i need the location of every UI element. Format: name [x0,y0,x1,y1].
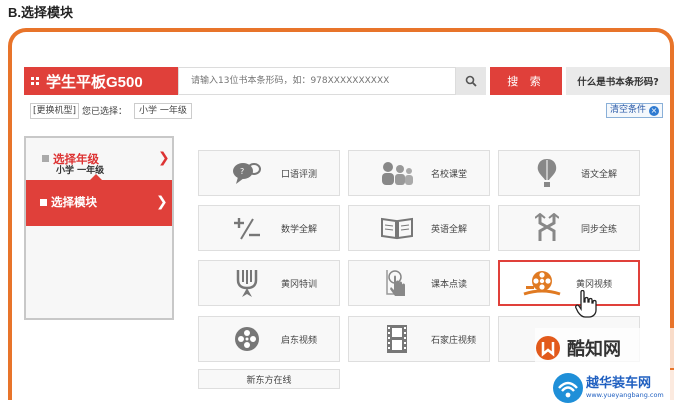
module-tile-famous-class[interactable]: 名校课堂 [348,150,490,196]
grid-icon [31,77,39,85]
module-tile-new-oriental[interactable]: 新东方在线 [198,369,340,389]
close-icon: × [649,105,660,116]
chevron-right-icon: ❯ [156,194,168,210]
watermark-yuehua: 越华装车网 www.yueyangbang.com [548,370,688,406]
module-label: 数学全解 [281,224,318,235]
search-input[interactable] [178,67,456,95]
module-tile-math[interactable]: 数学全解 [198,205,340,251]
film-reel-circle-icon [227,321,267,357]
module-tile-oral-test[interactable]: ? 口语评测 [198,150,340,196]
svg-text:?: ? [240,167,244,176]
watermark-url: www.yueyangbang.com [586,391,664,399]
balloon-icon [527,155,567,191]
module-label: 语文全解 [581,169,618,180]
square-icon [42,155,49,162]
selected-value: 小学 一年级 [134,103,192,119]
left-panel: 选择年级 小学 一年级 ❯ 选择模块 ❯ [24,136,174,320]
module-tile-huanggang-training[interactable]: 黄冈特训 [198,260,340,306]
module-label: 同步全练 [581,224,618,235]
wifi-house-icon [553,373,583,403]
module-label: 石家庄视频 [431,335,477,346]
watermark-kuzhi: 酷知网 [535,328,685,368]
film-reel-icon [522,265,562,301]
film-strip-icon [377,321,417,357]
module-label: 启东视频 [281,335,318,346]
module-tile-shijiazhuang-video[interactable]: 石家庄视频 [348,316,490,362]
module-label: 黄冈特训 [281,279,318,290]
watermark-text: 越华装车网 [586,376,652,391]
tab-notch [90,174,102,180]
watermark-text: 酷知网 [567,339,621,359]
module-tile-english[interactable]: 英语全解 [348,205,490,251]
square-icon [40,199,47,206]
search-icon-button[interactable] [456,67,486,95]
clear-conditions-button[interactable]: 清空条件 × [606,103,664,118]
module-tile-qidong-video[interactable]: 启东视频 [198,316,340,362]
module-tile-textbook-reading[interactable]: 课本点读 [348,260,490,306]
search-button[interactable]: 搜 索 [490,67,562,95]
open-book-icon [377,210,417,246]
module-label: 黄冈视频 [576,279,613,290]
arrows-icon [527,210,567,246]
select-module-item[interactable]: 选择模块 ❯ [26,174,172,226]
select-module-label: 选择模块 [51,195,97,209]
module-tile-chinese[interactable]: 语文全解 [498,150,640,196]
module-tile-huanggang-video[interactable]: 黄冈视频 [498,260,640,306]
device-bar: 学生平板G500 [24,67,178,95]
touch-hand-icon [377,265,417,301]
trophy-icon [227,265,267,301]
barcode-help-button[interactable]: 什么是书本条形码? [566,67,670,95]
hand-cursor-icon [575,290,597,318]
module-label: 名校课堂 [431,169,468,180]
module-label: 口语评测 [281,169,318,180]
select-module-title: 选择模块 [40,194,97,210]
device-title: 学生平板G500 [46,73,143,91]
speech-bubble-icon: ? [227,155,267,191]
math-symbols-icon [227,210,267,246]
selected-label: 您已选择： [82,107,128,117]
search-icon [465,75,477,87]
watermark-logo-icon [536,336,560,360]
module-tile-sync-practice[interactable]: 同步全练 [498,205,640,251]
clear-conditions-label: 清空条件 [610,105,647,115]
module-label: 课本点读 [431,279,468,290]
chevron-right-icon: ❯ [158,150,170,166]
change-device-link[interactable]: [更换机型] [30,103,80,119]
section-title: B.选择模块 [8,5,74,20]
classroom-icon [377,155,417,191]
module-label: 英语全解 [431,224,468,235]
